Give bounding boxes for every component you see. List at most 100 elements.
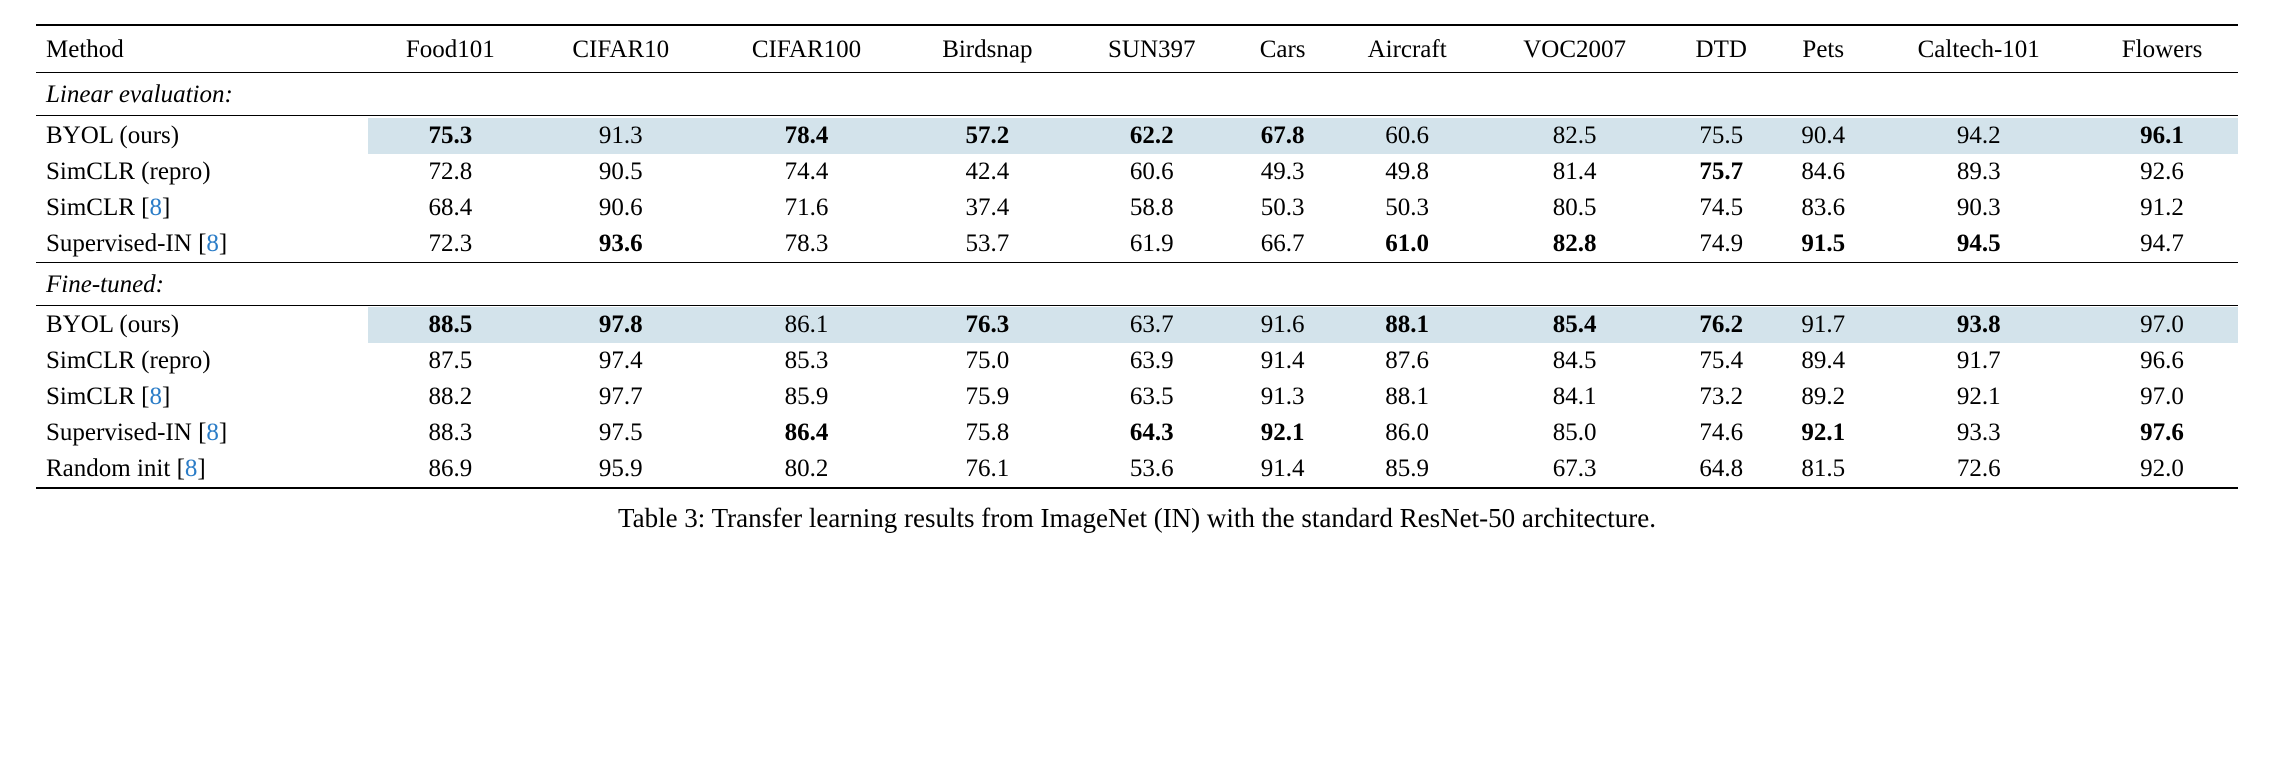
value-cell: 82.5 — [1482, 118, 1667, 154]
value-cell: 61.9 — [1071, 226, 1233, 263]
col-cars: Cars — [1233, 25, 1332, 73]
value-cell: 81.4 — [1482, 154, 1667, 190]
value-cell: 91.7 — [1775, 307, 1871, 343]
value-cell: 93.6 — [533, 226, 709, 263]
value-cell: 85.3 — [709, 343, 904, 379]
col-flowers: Flowers — [2086, 25, 2238, 73]
col-method: Method — [36, 25, 368, 73]
col-caltech-101: Caltech-101 — [1871, 25, 2086, 73]
value-cell: 78.4 — [709, 118, 904, 154]
method-name: SimCLR (repro) — [46, 347, 211, 374]
citation: 8 — [206, 230, 219, 257]
method-name: SimCLR (repro) — [46, 158, 211, 185]
value-cell: 91.4 — [1233, 451, 1332, 488]
citation: 8 — [150, 383, 163, 410]
value-cell: 76.3 — [904, 307, 1071, 343]
value-cell: 80.5 — [1482, 190, 1667, 226]
method-cell: Random init [8] — [36, 451, 368, 488]
value-cell: 97.0 — [2086, 307, 2238, 343]
table-row: SimCLR [8]68.490.671.637.458.850.350.380… — [36, 190, 2238, 226]
method-cell: Supervised-IN [8] — [36, 415, 368, 451]
value-cell: 67.3 — [1482, 451, 1667, 488]
value-cell: 74.9 — [1667, 226, 1775, 263]
value-cell: 74.5 — [1667, 190, 1775, 226]
col-dtd: DTD — [1667, 25, 1775, 73]
method-cell: SimCLR (repro) — [36, 343, 368, 379]
table-caption: Table 3: Transfer learning results from … — [36, 503, 2238, 534]
method-cell: SimCLR (repro) — [36, 154, 368, 190]
col-voc2007: VOC2007 — [1482, 25, 1667, 73]
section-row: Linear evaluation: — [36, 73, 2238, 116]
value-cell: 50.3 — [1332, 190, 1482, 226]
value-cell: 89.3 — [1871, 154, 2086, 190]
section-label: Fine-tuned: — [36, 262, 2238, 305]
value-cell: 72.8 — [368, 154, 532, 190]
value-cell: 94.7 — [2086, 226, 2238, 263]
value-cell: 92.0 — [2086, 451, 2238, 488]
table-row: SimCLR (repro)87.597.485.375.063.991.487… — [36, 343, 2238, 379]
value-cell: 91.3 — [1233, 379, 1332, 415]
value-cell: 93.8 — [1871, 307, 2086, 343]
value-cell: 92.6 — [2086, 154, 2238, 190]
value-cell: 81.5 — [1775, 451, 1871, 488]
value-cell: 75.9 — [904, 379, 1071, 415]
value-cell: 49.8 — [1332, 154, 1482, 190]
value-cell: 97.5 — [533, 415, 709, 451]
value-cell: 37.4 — [904, 190, 1071, 226]
value-cell: 75.3 — [368, 118, 532, 154]
method-cell: BYOL (ours) — [36, 307, 368, 343]
value-cell: 72.3 — [368, 226, 532, 263]
value-cell: 91.3 — [533, 118, 709, 154]
value-cell: 42.4 — [904, 154, 1071, 190]
value-cell: 91.2 — [2086, 190, 2238, 226]
method-name: Random init — [46, 455, 170, 482]
value-cell: 97.4 — [533, 343, 709, 379]
value-cell: 95.9 — [533, 451, 709, 488]
value-cell: 86.4 — [709, 415, 904, 451]
value-cell: 88.1 — [1332, 307, 1482, 343]
value-cell: 92.1 — [1775, 415, 1871, 451]
value-cell: 75.0 — [904, 343, 1071, 379]
value-cell: 62.2 — [1071, 118, 1233, 154]
method-name: SimCLR — [46, 383, 135, 410]
value-cell: 90.4 — [1775, 118, 1871, 154]
method-name: BYOL (ours) — [46, 311, 179, 338]
value-cell: 84.1 — [1482, 379, 1667, 415]
col-pets: Pets — [1775, 25, 1871, 73]
value-cell: 63.9 — [1071, 343, 1233, 379]
value-cell: 85.4 — [1482, 307, 1667, 343]
value-cell: 83.6 — [1775, 190, 1871, 226]
value-cell: 60.6 — [1071, 154, 1233, 190]
col-cifar100: CIFAR100 — [709, 25, 904, 73]
value-cell: 85.9 — [1332, 451, 1482, 488]
col-sun397: SUN397 — [1071, 25, 1233, 73]
col-food101: Food101 — [368, 25, 532, 73]
value-cell: 73.2 — [1667, 379, 1775, 415]
value-cell: 84.5 — [1482, 343, 1667, 379]
value-cell: 53.6 — [1071, 451, 1233, 488]
method-name: SimCLR — [46, 194, 135, 221]
value-cell: 75.5 — [1667, 118, 1775, 154]
value-cell: 93.3 — [1871, 415, 2086, 451]
value-cell: 86.1 — [709, 307, 904, 343]
value-cell: 76.1 — [904, 451, 1071, 488]
method-name: BYOL (ours) — [46, 122, 179, 149]
citation: 8 — [150, 194, 163, 221]
citation: 8 — [185, 455, 198, 482]
value-cell: 97.6 — [2086, 415, 2238, 451]
value-cell: 76.2 — [1667, 307, 1775, 343]
value-cell: 90.3 — [1871, 190, 2086, 226]
value-cell: 97.7 — [533, 379, 709, 415]
value-cell: 67.8 — [1233, 118, 1332, 154]
col-birdsnap: Birdsnap — [904, 25, 1071, 73]
table-row: SimCLR (repro)72.890.574.442.460.649.349… — [36, 154, 2238, 190]
section-label: Linear evaluation: — [36, 73, 2238, 116]
value-cell: 64.3 — [1071, 415, 1233, 451]
value-cell: 82.8 — [1482, 226, 1667, 263]
value-cell: 94.2 — [1871, 118, 2086, 154]
value-cell: 78.3 — [709, 226, 904, 263]
value-cell: 88.1 — [1332, 379, 1482, 415]
table-row: Supervised-IN [8]72.393.678.353.761.966.… — [36, 226, 2238, 263]
value-cell: 88.2 — [368, 379, 532, 415]
value-cell: 88.3 — [368, 415, 532, 451]
